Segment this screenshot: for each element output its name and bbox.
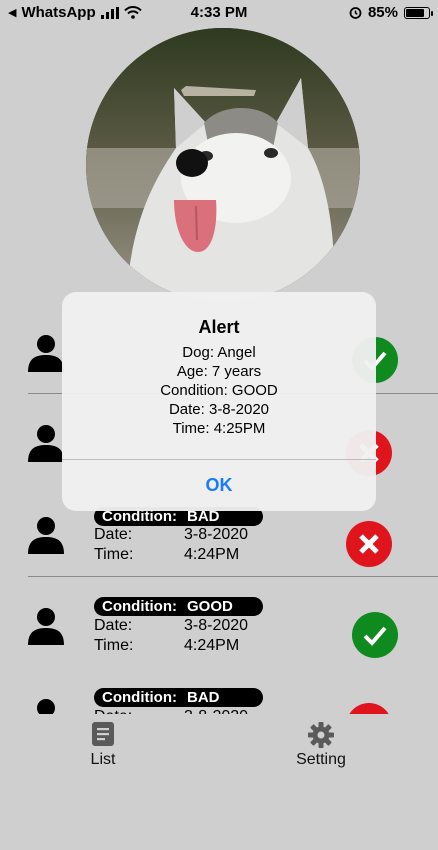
time-value: 4:24PM [184, 546, 240, 563]
person-icon [28, 608, 64, 645]
battery-icon [404, 6, 433, 19]
date-label: Date: [94, 617, 133, 634]
person-icon [28, 425, 64, 462]
date-value: 3-8-2020 [184, 617, 249, 634]
tab-list-label: List [90, 751, 116, 768]
time-label: Time: [94, 546, 134, 563]
alert-time-line: Time: 4:25PM [172, 420, 266, 437]
condition-label: Condition: [102, 689, 177, 706]
tab-setting[interactable]: Setting [261, 714, 381, 779]
gear-icon [308, 722, 334, 748]
date-value: 3-8-2020 [184, 526, 249, 543]
condition-label: Condition: [102, 598, 177, 615]
status-bar: ◀ WhatsApp 4:33 PM 85% [0, 0, 438, 26]
status-good-icon [352, 612, 398, 658]
alert-age-line: Age: 7 years [176, 363, 262, 380]
condition-pill: Condition: GOOD [94, 597, 263, 616]
alert-title: Alert [198, 317, 240, 337]
condition-value: BAD [186, 689, 220, 706]
alert-dialog: Alert Dog: Angel Age: 7 years Condition:… [62, 292, 376, 511]
battery-level [406, 8, 425, 17]
tab-bar: List Setting [0, 714, 438, 779]
dog-photo [86, 28, 360, 302]
battery-percent: 85% [367, 4, 398, 21]
date-label: Date: [94, 526, 133, 543]
person-icon [28, 335, 64, 372]
alert-condition-line: Condition: GOOD [160, 382, 278, 399]
time-label: Time: [94, 637, 134, 654]
ok-button[interactable]: OK [62, 460, 376, 511]
alert-dog-line: Dog: Angel [182, 344, 256, 361]
condition-pill: Condition: BAD [94, 688, 263, 707]
document-icon [92, 722, 114, 746]
person-icon [28, 517, 64, 554]
tab-list[interactable]: List [43, 714, 163, 779]
alert-date-line: Date: 3-8-2020 [168, 401, 270, 418]
time-value: 4:24PM [184, 637, 240, 654]
condition-value: GOOD [186, 598, 233, 615]
tab-setting-label: Setting [296, 751, 346, 768]
alarm-icon [349, 7, 362, 19]
status-bad-icon [346, 521, 392, 567]
